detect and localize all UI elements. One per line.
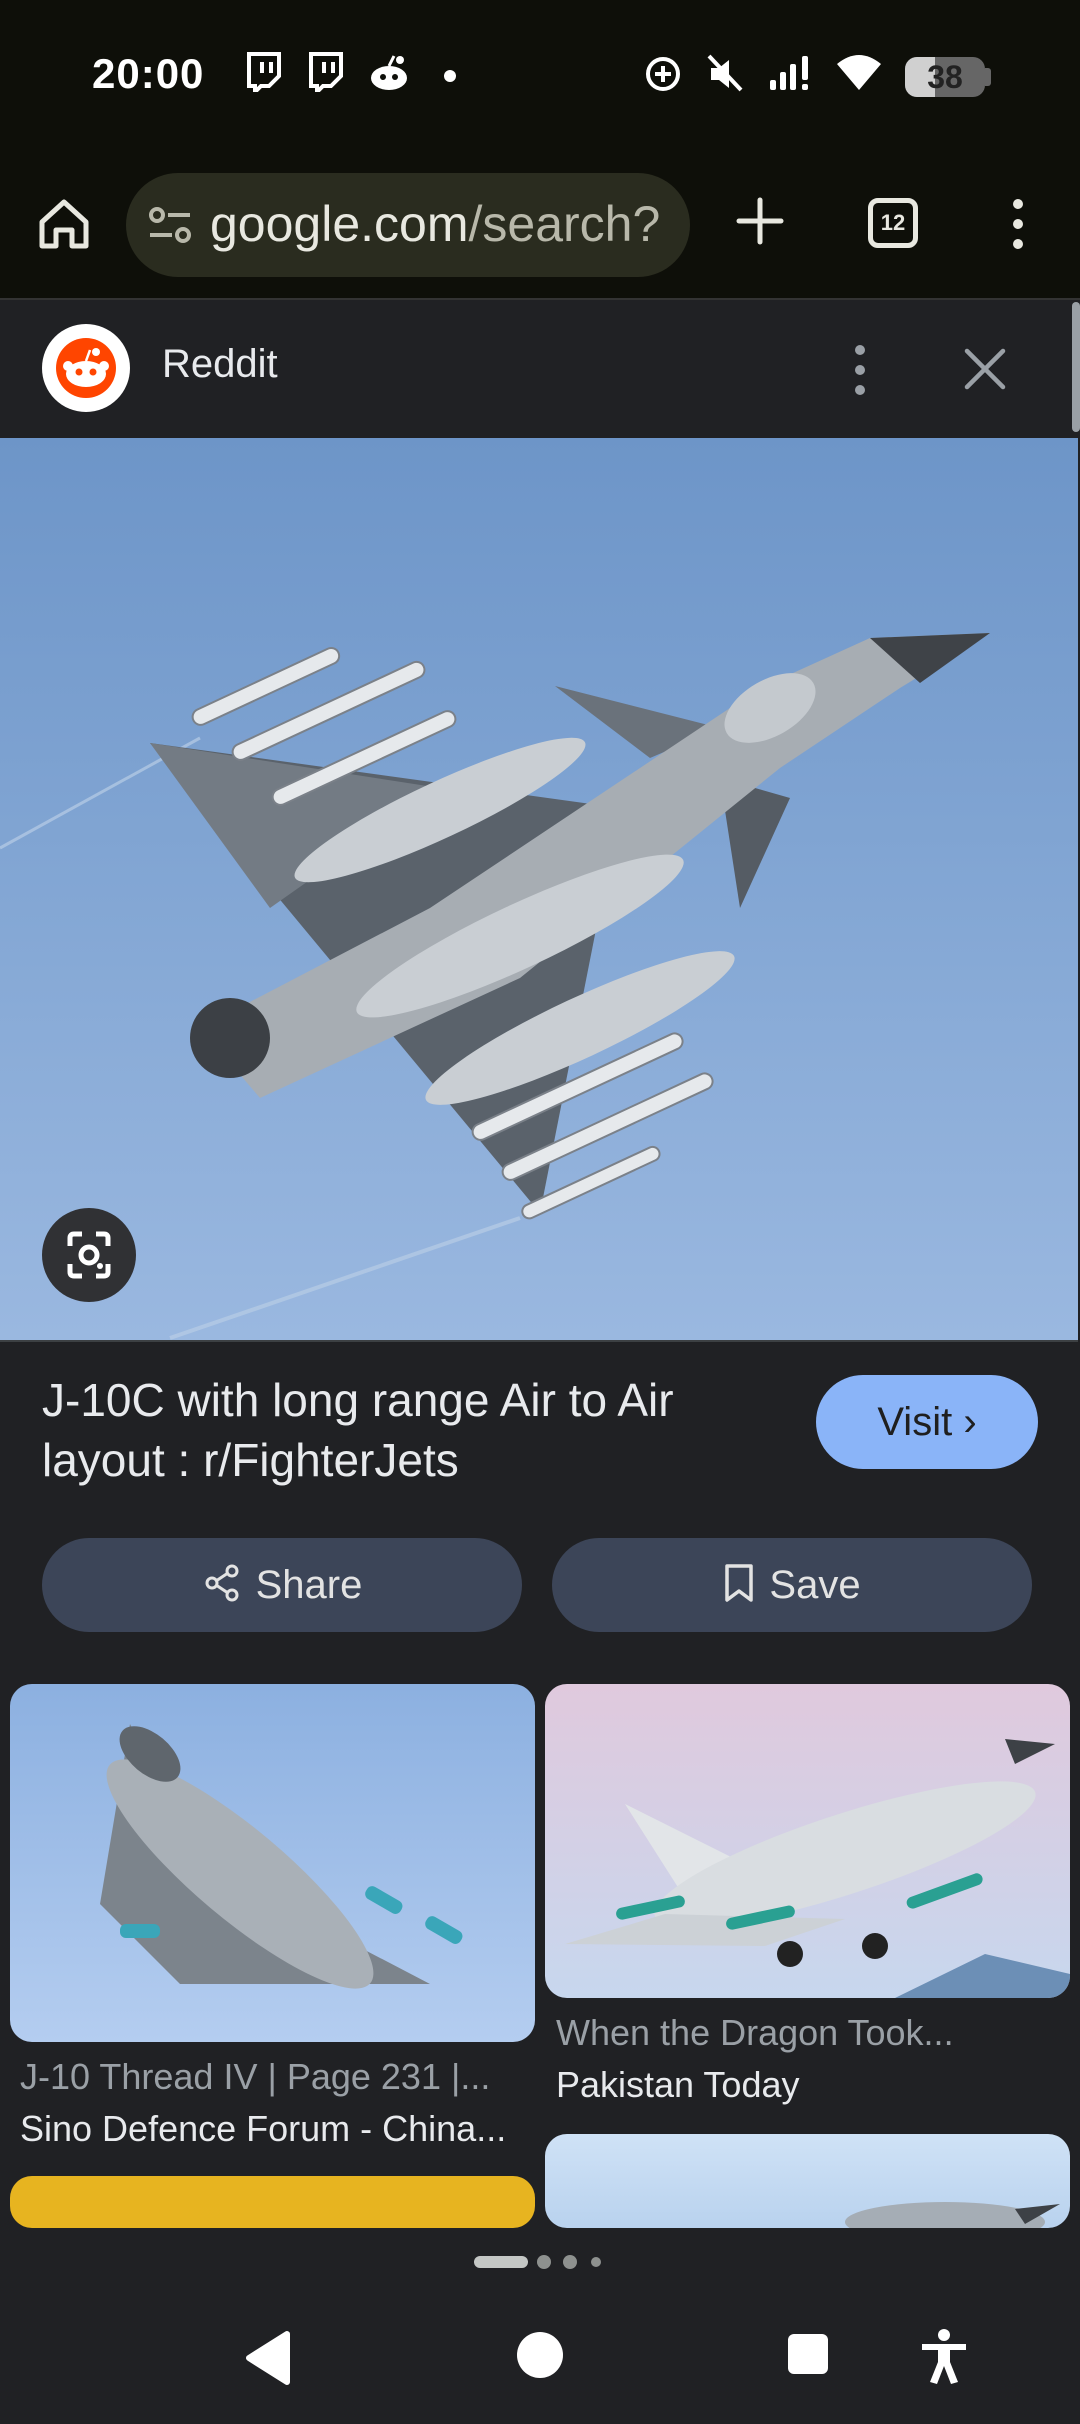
share-label: Share bbox=[255, 1563, 363, 1607]
jet-thumbnail bbox=[845, 2202, 1060, 2228]
close-icon[interactable] bbox=[962, 346, 1008, 392]
share-button[interactable]: Share bbox=[42, 1538, 522, 1632]
lens-icon bbox=[67, 1231, 111, 1279]
visit-label: Visit bbox=[877, 1400, 953, 1444]
bookmark-icon bbox=[725, 1564, 754, 1603]
url-text: google.com/search? bbox=[210, 195, 660, 253]
source-header: Reddit bbox=[0, 302, 1072, 438]
page-indicator bbox=[474, 2255, 601, 2269]
home-nav-icon[interactable] bbox=[515, 2330, 565, 2380]
signal-icon bbox=[770, 56, 808, 90]
related-image-1[interactable] bbox=[10, 1684, 535, 2042]
twitch-icon bbox=[309, 52, 343, 92]
navigation-bar bbox=[0, 2300, 1080, 2424]
browser-toolbar: google.com/search? 12 bbox=[0, 150, 1080, 300]
related-source-2[interactable]: Pakistan Today bbox=[556, 2064, 1066, 2106]
data-saver-icon bbox=[646, 57, 680, 91]
source-name: Reddit bbox=[162, 342, 278, 386]
accessibility-icon[interactable] bbox=[918, 2328, 970, 2384]
wifi-icon bbox=[837, 55, 881, 90]
related-source-1[interactable]: Sino Defence Forum - China... bbox=[20, 2108, 530, 2150]
related-title-2[interactable]: When the Dragon Took... bbox=[556, 2012, 1066, 2054]
result-image[interactable] bbox=[0, 438, 1078, 1342]
status-clock: 20:00 bbox=[92, 50, 205, 97]
related-title-1[interactable]: J-10 Thread IV | Page 231 |... bbox=[20, 2056, 530, 2098]
save-label: Save bbox=[769, 1563, 861, 1607]
recents-icon[interactable] bbox=[787, 2333, 829, 2375]
related-image-2[interactable] bbox=[545, 1684, 1070, 1998]
visit-button[interactable]: Visit › bbox=[816, 1375, 1038, 1469]
address-bar[interactable]: google.com/search? bbox=[126, 173, 690, 277]
dot-icon bbox=[444, 70, 456, 82]
reddit-logo bbox=[42, 324, 130, 412]
google-lens-button[interactable] bbox=[42, 1208, 136, 1302]
chevron-right-icon: › bbox=[963, 1400, 977, 1444]
more-menu-icon[interactable] bbox=[1000, 194, 1036, 254]
reddit-icon bbox=[371, 55, 407, 90]
battery-nub bbox=[985, 68, 991, 86]
twitch-icon bbox=[247, 52, 281, 92]
related-image-4[interactable] bbox=[545, 2134, 1070, 2228]
result-title[interactable]: J-10C with long range Air to Air layout … bbox=[42, 1370, 782, 1490]
url-domain: google.com bbox=[210, 196, 469, 252]
tab-switcher-button[interactable]: 12 bbox=[868, 198, 918, 248]
related-image-3[interactable] bbox=[10, 2176, 535, 2228]
battery-icon: 38 bbox=[905, 57, 985, 97]
url-path: /search? bbox=[468, 196, 661, 252]
save-button[interactable]: Save bbox=[552, 1538, 1032, 1632]
back-icon[interactable] bbox=[245, 2330, 293, 2386]
mute-icon bbox=[707, 54, 743, 92]
home-icon[interactable] bbox=[36, 196, 92, 252]
scrollbar[interactable] bbox=[1072, 302, 1080, 432]
jet-thumbnail bbox=[565, 1739, 1070, 1998]
fighter-jet-image bbox=[0, 633, 990, 1340]
more-options-icon[interactable] bbox=[845, 342, 875, 398]
share-icon bbox=[205, 1564, 239, 1602]
battery-level: 38 bbox=[927, 59, 963, 95]
jet-thumbnail bbox=[100, 1724, 463, 1989]
status-bar: 20:00 38 bbox=[0, 0, 1080, 150]
new-tab-icon[interactable] bbox=[735, 196, 785, 246]
site-settings-icon[interactable] bbox=[148, 205, 192, 245]
